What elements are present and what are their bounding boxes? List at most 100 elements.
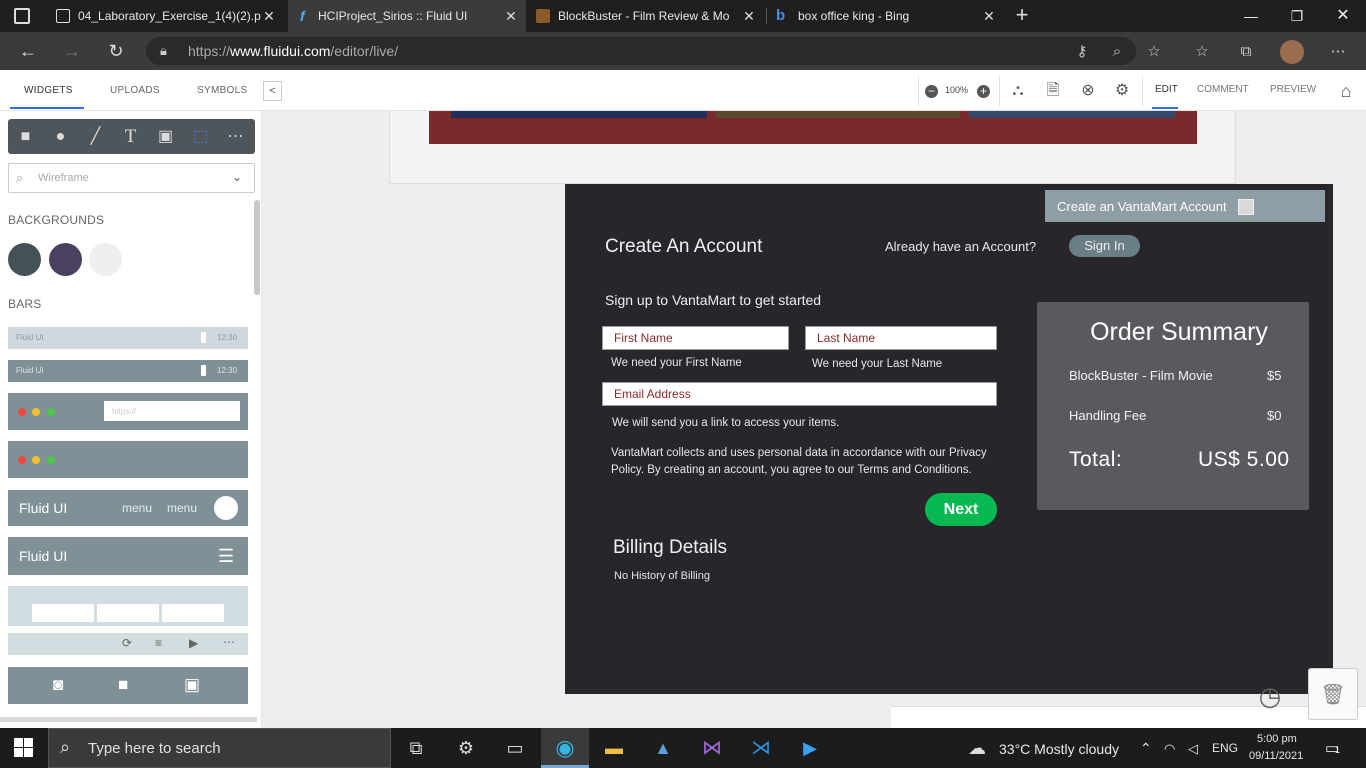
nav-bar-hamburger-widget[interactable]: Fluid UI ☰ (8, 537, 248, 575)
window-bar-widget[interactable] (8, 441, 248, 478)
lock-icon[interactable]: 🔒︎ (160, 43, 167, 59)
hamburger-icon: ☰ (218, 546, 235, 566)
task-view-icon[interactable]: ⧉ (402, 734, 430, 762)
more-tools-icon[interactable]: ⋯ (218, 119, 253, 154)
user-avatar-icon (214, 496, 238, 520)
sign-in-button[interactable]: Sign In (1069, 235, 1140, 257)
maximize-dot-icon (47, 456, 55, 464)
last-name-help: We need your Last Name (812, 358, 943, 370)
tab-bar-widget[interactable] (8, 586, 248, 626)
tab-preview[interactable]: PREVIEW (1270, 84, 1316, 95)
media-controls-widget[interactable]: ⟳ ≡ ▶ ⋯ (8, 633, 248, 655)
vscode-icon[interactable]: ⋊ (747, 734, 775, 762)
edge-browser-icon[interactable]: ◉ (551, 734, 579, 762)
windows-start-icon[interactable] (14, 738, 34, 758)
profile-avatar[interactable] (1280, 40, 1304, 64)
zoom-icon[interactable]: ⌕ (1107, 42, 1127, 62)
file-explorer-icon[interactable]: ▬ (600, 734, 628, 762)
background-swatch-purple[interactable] (49, 243, 82, 276)
close-tab-icon[interactable]: ✕ (740, 7, 758, 25)
camera-bar-widget[interactable]: ◙ ■ ▣ (8, 667, 248, 704)
minimize-dot-icon (32, 456, 40, 464)
panel-scrollbar[interactable] (254, 200, 260, 295)
status-bar-light-widget[interactable]: Fluid UI 12:30 (8, 327, 248, 349)
forward-icon[interactable]: → (60, 40, 84, 62)
bars-title: BARS (8, 297, 42, 311)
restore-button[interactable]: ❐ (1274, 0, 1320, 32)
sitemap-icon[interactable]: ⛬ (1007, 80, 1029, 102)
line-tool-icon[interactable]: ╱ (78, 119, 113, 154)
export-icon[interactable]: 🗎︎ (1042, 80, 1064, 102)
tab-comment[interactable]: COMMENT (1197, 84, 1249, 95)
favorites-icon[interactable]: ☆ (1192, 42, 1212, 62)
browser-tab-blockbuster[interactable]: BlockBuster - Film Review & Mo ✕ (528, 0, 764, 32)
panel-horizontal-scrollbar[interactable] (0, 717, 257, 722)
browser-bar-widget[interactable]: https:// (8, 393, 248, 430)
nav-bar-menu-widget[interactable]: Fluid UI menu menu (8, 490, 248, 526)
zoom-out-icon[interactable]: − (925, 85, 938, 98)
blockbuster-icon (536, 9, 550, 23)
search-icon: ⌕ (16, 170, 24, 185)
collections-icon[interactable]: ⧉ (1236, 42, 1256, 62)
cloudy-weather-icon[interactable]: ☁ (968, 738, 986, 759)
url-text[interactable]: https://www.fluidui.com/editor/live/ (188, 43, 398, 59)
browser-tab-fluid-ui[interactable]: f HCIProject_Sirios :: Fluid UI ✕ (288, 0, 526, 32)
clock-time[interactable]: 5:00 pm (1257, 733, 1297, 745)
language-indicator[interactable]: ENG (1212, 741, 1238, 755)
visual-studio-icon[interactable]: ⋈ (698, 734, 726, 762)
notification-count: 1 (1335, 745, 1341, 755)
new-tab-button[interactable]: + (1010, 4, 1034, 28)
back-icon[interactable]: ← (16, 40, 40, 62)
checkbox-icon[interactable] (1238, 199, 1254, 215)
tab-uploads[interactable]: UPLOADS (110, 85, 160, 96)
refresh-icon[interactable]: ↻ (104, 40, 128, 62)
email-field[interactable]: Email Address (602, 382, 997, 406)
next-button[interactable]: Next (925, 493, 997, 526)
page-title: Create An Account (605, 236, 763, 257)
status-bar-dark-widget[interactable]: Fluid UI 12:30 (8, 360, 248, 382)
zoom-in-icon[interactable]: + (977, 85, 990, 98)
volume-icon[interactable]: ◁ (1188, 741, 1198, 757)
close-tab-icon[interactable]: ✕ (502, 7, 520, 25)
add-favorite-icon[interactable]: ☆ (1144, 42, 1164, 62)
hotspot-tool-icon[interactable]: ⬚ (183, 119, 218, 154)
close-tab-icon[interactable]: ✕ (260, 7, 278, 25)
total-value: US$ 5.00 (1198, 448, 1290, 471)
text-tool-icon[interactable]: T (113, 119, 148, 154)
key-icon[interactable]: ⚷ (1072, 42, 1092, 62)
tab-actions-icon[interactable] (14, 8, 30, 24)
tab-widgets[interactable]: WIDGETS (24, 85, 73, 96)
photos-icon[interactable]: ▲ (649, 734, 677, 762)
media-app-icon[interactable]: ▶ (796, 734, 824, 762)
network-icon[interactable]: ◠ (1164, 741, 1175, 757)
browser-tab-bing[interactable]: b box office king - Bing ✕ (768, 0, 1004, 32)
minimize-button[interactable]: — (1228, 0, 1274, 32)
tab-edit[interactable]: EDIT (1155, 84, 1178, 95)
preview-device-icon[interactable]: ⊗ (1077, 80, 1099, 102)
film-strip-image[interactable] (429, 111, 1197, 144)
home-icon[interactable]: ⌂ (1335, 80, 1357, 102)
clock-date[interactable]: 09/11/2021 (1249, 750, 1303, 762)
background-swatch-light[interactable] (89, 243, 122, 276)
circle-tool-icon[interactable]: ● (43, 119, 78, 154)
settings-icon[interactable]: ⚙ (452, 734, 480, 762)
rectangle-tool-icon[interactable]: ■ (8, 119, 43, 154)
chevron-up-icon[interactable]: ⌃ (1140, 740, 1152, 757)
trash-icon[interactable]: 🗑︎ (1308, 668, 1358, 720)
browser-tab-lab-exercise[interactable]: 04_Laboratory_Exercise_1(4)(2).p ✕ (48, 0, 284, 32)
more-icon[interactable]: ⋯ (1328, 42, 1348, 62)
image-tool-icon[interactable]: ▣ (148, 119, 183, 154)
background-swatch-slate[interactable] (8, 243, 41, 276)
last-name-field[interactable]: Last Name (805, 326, 997, 350)
screen-name-tab[interactable]: Create an VantaMart Account (1045, 190, 1325, 222)
close-tab-icon[interactable]: ✕ (980, 7, 998, 25)
settings-icon[interactable]: ⚙ (1111, 80, 1133, 102)
history-icon[interactable]: ◷ (1252, 678, 1288, 714)
weather-text[interactable]: 33°C Mostly cloudy (999, 741, 1119, 757)
collapse-panel-button[interactable]: < (263, 81, 282, 101)
chevron-down-icon[interactable]: ⌄ (232, 170, 242, 184)
close-window-button[interactable]: ✕ (1320, 0, 1366, 32)
first-name-field[interactable]: First Name (602, 326, 789, 350)
terminal-icon[interactable]: ▭ (501, 734, 529, 762)
tab-symbols[interactable]: SYMBOLS (197, 85, 247, 96)
